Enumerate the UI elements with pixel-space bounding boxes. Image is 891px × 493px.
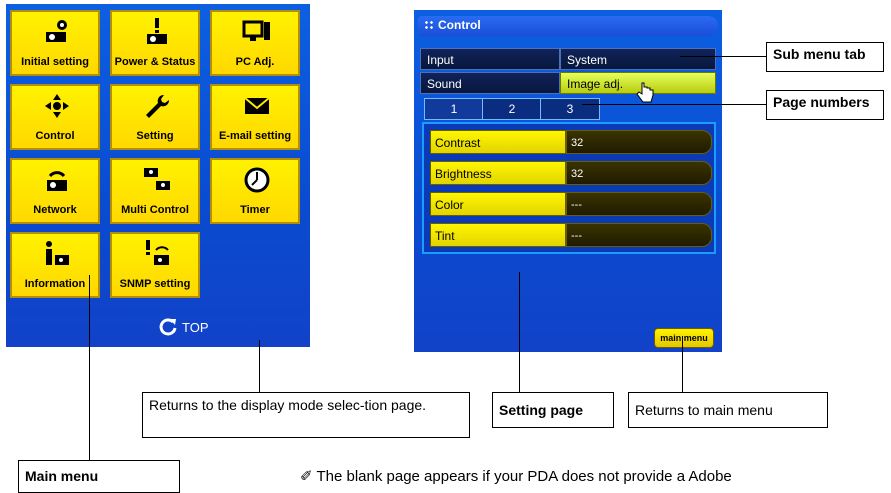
email-setting-button[interactable]: E-mail setting [210, 84, 300, 150]
setting-button[interactable]: Setting [110, 84, 200, 150]
tab-input[interactable]: Input [420, 48, 560, 70]
direction-arrows-icon [45, 94, 69, 118]
control-button[interactable]: Control [10, 84, 100, 150]
setting-row[interactable]: Color --- [430, 192, 712, 216]
control-label: Control [35, 130, 75, 142]
setting-name: Contrast [430, 130, 566, 154]
callout-page-numbers: Page numbers [766, 90, 884, 120]
callout-line-setting-page [519, 272, 520, 394]
main-menu-button[interactable]: main menu [654, 328, 714, 348]
page-tab-3[interactable]: 3 [540, 98, 600, 120]
power-status-label: Power & Status [114, 56, 196, 68]
network-label: Network [33, 204, 77, 216]
tab-system[interactable]: System [560, 48, 716, 70]
initial-setting-button[interactable]: Initial setting [10, 10, 100, 76]
pc-adj-label: PC Adj. [235, 56, 275, 68]
callout-returns-main: Returns to main menu [628, 392, 828, 428]
grid-dots-icon [424, 20, 434, 30]
setting-value[interactable]: 32 [566, 130, 712, 154]
multi-control-label: Multi Control [121, 204, 189, 216]
setting-value[interactable]: --- [566, 192, 712, 216]
snmp-icon [146, 240, 169, 265]
setting-name: Color [430, 192, 566, 216]
callout-main-menu: Main menu [18, 460, 180, 493]
top-label: TOP [182, 319, 209, 335]
note-text: ✐ The blank page appears if your PDA doe… [300, 468, 732, 485]
control-panel: Control Input System Sound Image adj. 1 … [414, 10, 722, 352]
callout-line-main-menu [682, 336, 683, 392]
tab-sound[interactable]: Sound [420, 72, 560, 94]
projector-gear-icon [46, 20, 67, 42]
snmp-setting-button[interactable]: SNMP setting [110, 232, 200, 298]
callout-returns-display: Returns to the display mode selec-tion p… [142, 392, 470, 438]
multi-control-button[interactable]: Multi Control [110, 158, 200, 224]
callout-line-top [259, 340, 260, 392]
setting-label: Setting [136, 130, 174, 142]
power-status-button[interactable]: Power & Status [110, 10, 200, 76]
callout-setting-page: Setting page [492, 392, 614, 428]
network-button[interactable]: Network [10, 158, 100, 224]
snmp-setting-label: SNMP setting [119, 278, 191, 290]
information-label: Information [24, 278, 86, 290]
monitor-icon [242, 20, 270, 41]
projector-exclamation-icon [147, 18, 167, 44]
main-menu-panel: Initial setting Power & Status PC Adj. C… [6, 4, 310, 347]
envelope-icon [244, 97, 270, 114]
callout-line-sub-menu [680, 56, 766, 57]
setting-value[interactable]: 32 [566, 161, 712, 185]
multi-projector-icon [144, 168, 170, 190]
clock-icon [244, 167, 270, 193]
setting-name: Tint [430, 223, 566, 247]
timer-label: Timer [240, 204, 270, 216]
setting-name: Brightness [430, 161, 566, 185]
pc-adj-button[interactable]: PC Adj. [210, 10, 300, 76]
settings-list: Contrast 32 Brightness 32 Color --- Tint… [422, 122, 716, 254]
email-setting-label: E-mail setting [218, 130, 292, 142]
info-icon [46, 241, 69, 265]
information-button[interactable]: Information [10, 232, 100, 298]
refresh-arrow-icon [159, 318, 177, 336]
wrench-icon [146, 94, 170, 118]
callout-sub-menu-tab: Sub menu tab [766, 42, 884, 72]
setting-row[interactable]: Contrast 32 [430, 130, 712, 154]
callout-line-left-main [89, 275, 90, 460]
initial-setting-label: Initial setting [21, 56, 89, 68]
setting-row[interactable]: Brightness 32 [430, 161, 712, 185]
page-tab-1[interactable]: 1 [424, 98, 484, 120]
callout-line-page-numbers [582, 104, 766, 105]
projector-network-icon [47, 171, 67, 191]
setting-value[interactable]: --- [566, 223, 712, 247]
hand-pointer-icon [636, 82, 654, 103]
setting-row[interactable]: Tint --- [430, 223, 712, 247]
top-link[interactable]: TOP [158, 317, 209, 337]
control-title: Control [438, 18, 481, 32]
timer-button[interactable]: Timer [210, 158, 300, 224]
page-tab-2[interactable]: 2 [482, 98, 542, 120]
control-header: Control [418, 16, 718, 36]
